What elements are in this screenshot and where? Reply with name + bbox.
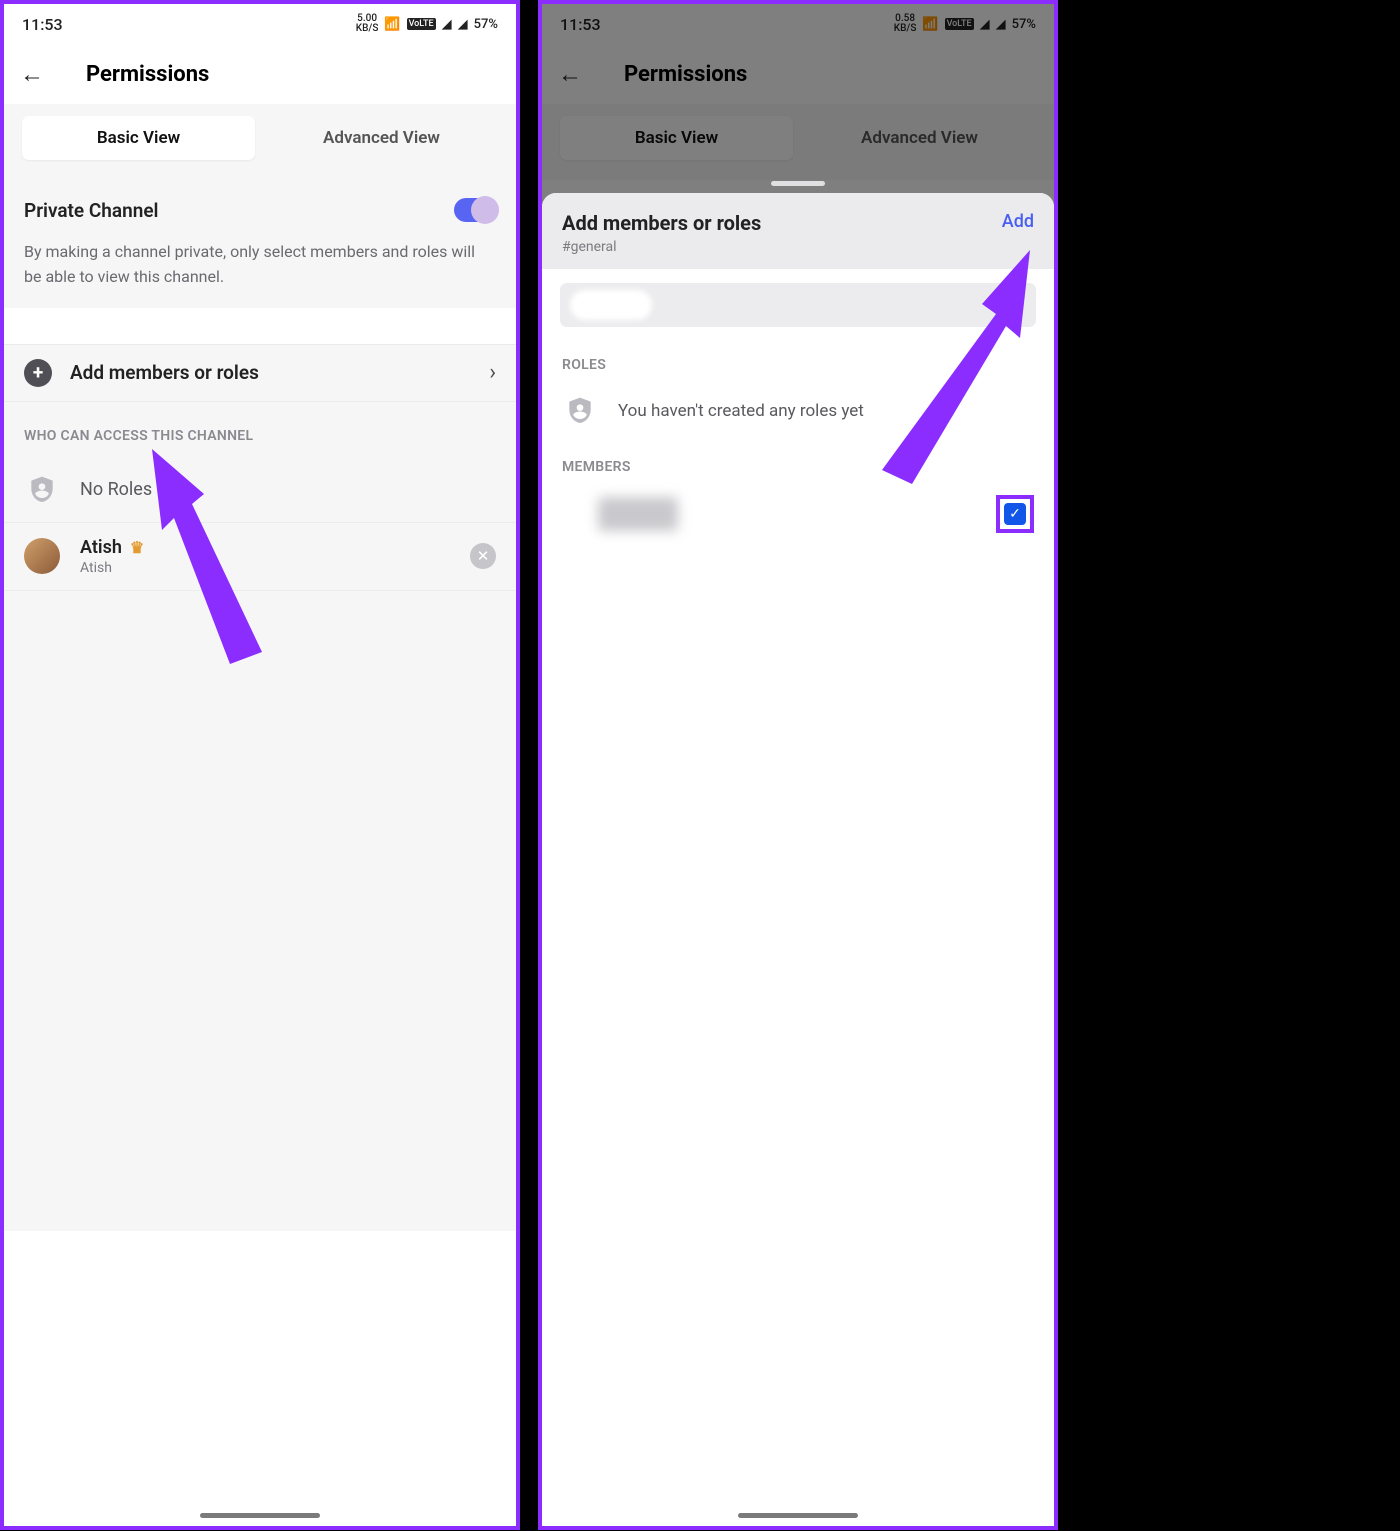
- clock: 11:53: [22, 15, 63, 34]
- roles-empty-row: You haven't created any roles yet: [542, 379, 1054, 443]
- member-name-blurred: [598, 497, 678, 531]
- shield-icon: [24, 472, 60, 508]
- wifi-icon: 📶: [384, 17, 400, 32]
- add-members-or-roles-row[interactable]: + Add members or roles ›: [4, 344, 516, 402]
- remove-member-icon[interactable]: ✕: [470, 543, 496, 569]
- member-username: Atish: [80, 560, 470, 576]
- search-token: [570, 290, 652, 320]
- sheet-header: Add members or roles #general Add: [542, 193, 1054, 269]
- sheet-handle[interactable]: [771, 181, 825, 186]
- member-row[interactable]: Atish ♛ Atish ✕: [4, 523, 516, 591]
- gesture-bar: [738, 1513, 858, 1518]
- members-section-label: MEMBERS: [542, 443, 1054, 481]
- no-roles-text: No Roles: [80, 479, 152, 500]
- signal-icon-2: ◢: [458, 17, 468, 32]
- view-tabs: Basic View Advanced View: [4, 104, 516, 180]
- annotation-highlight: ✓: [996, 495, 1034, 533]
- app-header: ← Permissions: [4, 44, 516, 104]
- empty-area: [4, 591, 516, 1231]
- private-channel-section: Private Channel By making a channel priv…: [4, 180, 516, 308]
- avatar: [24, 538, 60, 574]
- add-button[interactable]: Add: [1002, 211, 1034, 232]
- no-roles-row: No Roles: [4, 458, 516, 523]
- tab-basic-view[interactable]: Basic View: [22, 116, 255, 160]
- add-members-label: Add members or roles: [70, 361, 489, 384]
- who-can-access-label: WHO CAN ACCESS THIS CHANNEL: [4, 402, 516, 458]
- search-wrap: [542, 269, 1054, 341]
- roles-section-label: ROLES: [542, 341, 1054, 379]
- chevron-right-icon: ›: [489, 360, 496, 385]
- member-display-name: Atish: [80, 537, 122, 558]
- screenshot-left: 11:53 5.00KB/S 📶 VoLTE ◢ ◢ 57% ← Permiss…: [0, 0, 520, 1530]
- sheet-title: Add members or roles: [562, 211, 761, 235]
- private-channel-label: Private Channel: [24, 199, 159, 222]
- roles-empty-text: You haven't created any roles yet: [618, 401, 864, 421]
- status-icons: 5.00KB/S 📶 VoLTE ◢ ◢ 57%: [356, 14, 498, 34]
- private-channel-description: By making a channel private, only select…: [24, 240, 496, 290]
- battery-text: 57%: [474, 17, 498, 32]
- member-item[interactable]: ✓: [542, 481, 1054, 547]
- shield-icon: [562, 393, 598, 429]
- crown-icon: ♛: [130, 538, 144, 557]
- search-input[interactable]: [560, 283, 1036, 327]
- member-checkbox[interactable]: ✓: [1004, 503, 1026, 525]
- private-channel-toggle[interactable]: [454, 198, 496, 222]
- gesture-bar: [200, 1513, 320, 1518]
- sheet-channel: #general: [562, 239, 761, 255]
- screenshot-right: 11:53 0.58KB/S 📶VoLTE◢◢ 57% ← Permission…: [538, 0, 1058, 1530]
- status-bar: 11:53 5.00KB/S 📶 VoLTE ◢ ◢ 57%: [4, 4, 516, 44]
- add-members-sheet: Add members or roles #general Add ROLES …: [542, 193, 1054, 1526]
- lte-icon: VoLTE: [407, 18, 436, 30]
- signal-icon: ◢: [442, 17, 452, 32]
- back-arrow-icon[interactable]: ←: [20, 60, 60, 89]
- page-title: Permissions: [86, 62, 209, 87]
- plus-icon: +: [24, 359, 52, 387]
- tab-advanced-view[interactable]: Advanced View: [265, 116, 498, 160]
